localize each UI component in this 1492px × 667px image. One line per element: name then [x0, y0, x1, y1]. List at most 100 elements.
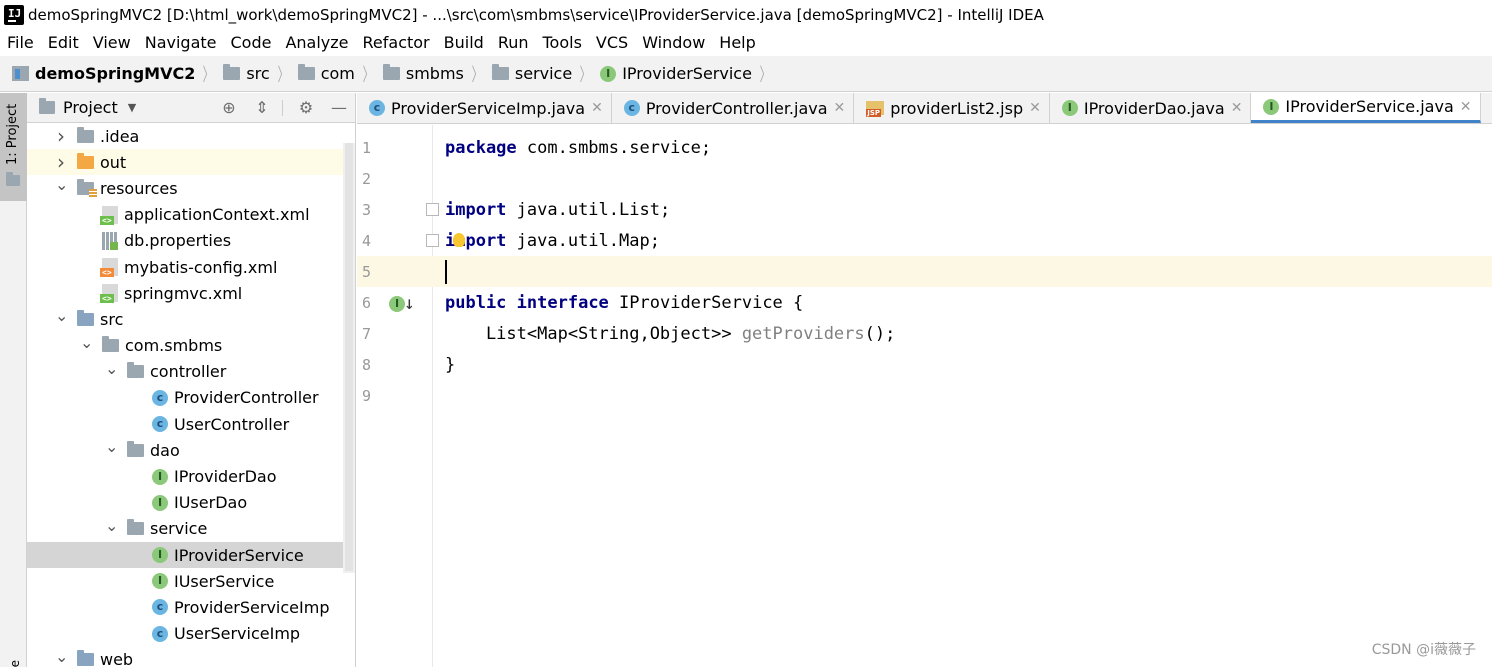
interface-icon: I [600, 65, 617, 82]
tree-item-label: db.properties [124, 231, 232, 251]
breadcrumb-label: demoSpringMVC2 [35, 64, 196, 83]
tree-item-label: IUserService [174, 571, 275, 591]
chevron-down-icon[interactable]: ⌄ [55, 648, 68, 664]
collapse-all-icon[interactable]: ⇕ [252, 98, 272, 118]
menu-navigate[interactable]: Navigate [145, 33, 217, 52]
breadcrumb-item[interactable]: I IProviderService 〉 [600, 61, 780, 87]
tree-item[interactable]: ›IIUserService [27, 568, 355, 594]
menu-help[interactable]: Help [719, 33, 755, 52]
editor-tab[interactable]: c ProviderController.java ✕ [612, 93, 855, 123]
tree-item[interactable]: ›springmvc.xml [27, 280, 355, 306]
tree-item[interactable]: ›IIProviderDao [27, 463, 355, 489]
class-icon: c [152, 416, 168, 433]
breadcrumb-label: com [320, 64, 355, 83]
menu-refactor[interactable]: Refactor [363, 33, 430, 52]
menu-run[interactable]: Run [498, 33, 529, 52]
close-icon[interactable]: ✕ [591, 100, 603, 116]
menu-analyze[interactable]: Analyze [285, 33, 348, 52]
menu-code[interactable]: Code [231, 33, 272, 52]
tree-item[interactable]: ›IIProviderService [27, 542, 355, 569]
fold-marker-icon[interactable] [426, 234, 439, 247]
tree-item[interactable]: ›cProviderController [27, 385, 355, 411]
menu-file[interactable]: File [7, 33, 34, 52]
breadcrumb-item[interactable]: demoSpringMVC2 〉 [12, 61, 223, 87]
tree-item[interactable]: ⌄ com.smbms [27, 333, 355, 359]
code-line[interactable]: 3 import java.util.List; [357, 194, 1492, 225]
code-line[interactable]: 5 [357, 256, 1492, 287]
tree-item[interactable]: ›mybatis-config.xml [27, 254, 355, 280]
tree-item[interactable]: ›cUserServiceImp [27, 621, 355, 647]
chevron-right-icon[interactable]: › [55, 124, 67, 148]
code-line[interactable]: 6 public interface IProviderService {I ↓ [357, 287, 1492, 318]
close-icon[interactable]: ✕ [834, 100, 846, 116]
lightbulb-icon[interactable] [453, 233, 465, 247]
folder-icon [77, 126, 94, 143]
tree-item[interactable]: › out [27, 149, 355, 176]
tree-item[interactable]: ⌄ dao [27, 437, 355, 463]
tree-item[interactable]: ›cProviderServiceImp [27, 594, 355, 620]
chevron-down-icon[interactable]: ⌄ [80, 334, 93, 350]
close-icon[interactable]: ✕ [1460, 99, 1472, 115]
tree-item[interactable]: ›cUserController [27, 411, 355, 437]
tree-item[interactable]: ›db.properties [27, 228, 355, 254]
chevron-down-icon[interactable]: ⌄ [55, 308, 68, 324]
code-line[interactable]: 2 [357, 163, 1492, 194]
tree-scrollbar-thumb[interactable] [345, 143, 353, 571]
editor-tab[interactable]: I IProviderService.java ✕ [1251, 93, 1481, 123]
hide-minimize-icon[interactable]: — [329, 98, 349, 118]
breadcrumb-item[interactable]: service 〉 [491, 61, 600, 87]
breadcrumb-item[interactable]: com 〉 [297, 61, 383, 87]
interface-icon: I [389, 295, 405, 312]
editor-tab[interactable]: I IProviderDao.java ✕ [1050, 93, 1252, 123]
breadcrumb-label: service [514, 64, 573, 83]
code-line[interactable]: 4 import java.util.Map; [357, 225, 1492, 256]
caret-down-icon[interactable]: ▼ [128, 101, 136, 114]
locate-target-icon[interactable]: ⊕ [219, 98, 239, 118]
menu-view[interactable]: View [93, 33, 131, 52]
tree-item[interactable]: ⌄ src [27, 306, 355, 332]
tree-item[interactable]: ⌄ resources [27, 175, 355, 201]
menu-edit[interactable]: Edit [48, 33, 79, 52]
tree-item[interactable]: › .idea [27, 123, 355, 149]
chevron-down-icon[interactable]: ⌄ [55, 177, 68, 193]
spring-xml-file-icon [100, 284, 118, 304]
code-line[interactable]: 1 package com.smbms.service; [357, 132, 1492, 163]
line-number: 8 [362, 355, 372, 374]
chevron-down-icon[interactable]: ⌄ [105, 517, 118, 533]
tree-item[interactable]: ⌄ web [27, 647, 355, 667]
menu-tools[interactable]: Tools [543, 33, 582, 52]
package-icon [127, 362, 144, 379]
editor-tab[interactable]: c ProviderServiceImp.java ✕ [357, 93, 612, 123]
chevron-down-icon[interactable]: ⌄ [105, 360, 118, 376]
tree-item[interactable]: ⌄ controller [27, 359, 355, 385]
menu-build[interactable]: Build [444, 33, 484, 52]
menu-window[interactable]: Window [642, 33, 705, 52]
tree-item[interactable]: ⌄ service [27, 516, 355, 542]
interface-icon: I [152, 547, 168, 564]
code-line[interactable]: 8} [357, 349, 1492, 380]
strip-bottom-label[interactable]: e [8, 660, 22, 667]
menu-vcs[interactable]: VCS [596, 33, 628, 52]
implemented-by-gutter-icon[interactable]: I ↓ [389, 293, 415, 314]
project-view-selector[interactable]: Project [63, 98, 118, 117]
close-icon[interactable]: ✕ [1029, 100, 1041, 116]
breadcrumb-item[interactable]: src 〉 [223, 61, 297, 87]
editor-tab[interactable]: providerList2.jsp ✕ [854, 93, 1050, 123]
gear-icon[interactable]: ⚙ [296, 98, 316, 118]
close-icon[interactable]: ✕ [1231, 100, 1243, 116]
chevron-right-icon: 〉 [202, 64, 214, 86]
code-editor[interactable]: 1 package com.smbms.service; 2 3 import java… [357, 125, 1492, 667]
code-line[interactable]: 7 List<Map<String,Object>> getProviders(… [357, 318, 1492, 349]
chevron-right-icon: 〉 [759, 64, 771, 86]
line-number: 9 [362, 386, 372, 405]
tree-item[interactable]: ›IIUserDao [27, 490, 355, 516]
breadcrumb-item[interactable]: smbms 〉 [382, 61, 492, 87]
chevron-down-icon[interactable]: ⌄ [105, 439, 118, 455]
tree-item-label: dao [150, 440, 180, 460]
tree-item[interactable]: ›applicationContext.xml [27, 202, 355, 228]
tree-scrollbar[interactable] [343, 143, 355, 573]
code-line[interactable]: 9 [357, 380, 1492, 411]
project-tool-window-button[interactable]: 1: Project [0, 93, 27, 201]
chevron-right-icon[interactable]: › [55, 150, 67, 174]
fold-marker-icon[interactable] [426, 203, 439, 216]
